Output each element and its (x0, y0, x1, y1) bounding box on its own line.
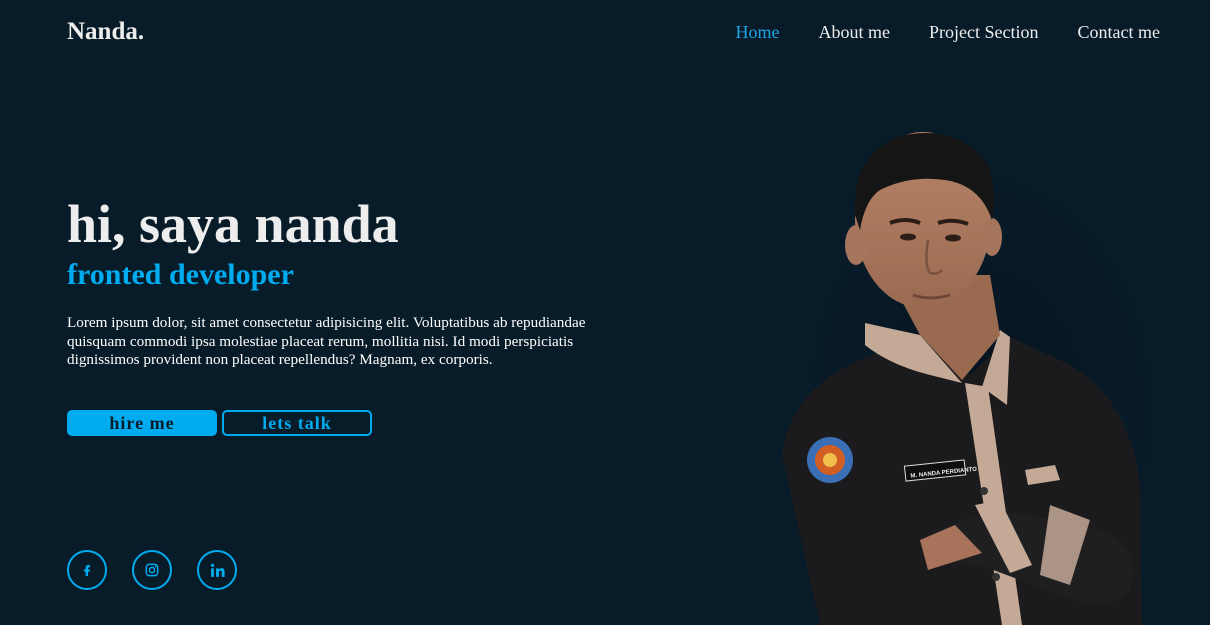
hero-section: hi, saya nanda fronted developer Lorem i… (67, 194, 627, 369)
hero-subtitle: fronted developer (67, 258, 294, 292)
facebook-link[interactable] (67, 550, 107, 590)
nav-link-projects[interactable]: Project Section (929, 22, 1038, 43)
logo[interactable]: Nanda. (67, 18, 144, 46)
site-header: Nanda. Home About me Project Section Con… (0, 0, 1210, 64)
hero-title: hi, saya nanda (67, 194, 399, 254)
linkedin-link[interactable] (197, 550, 237, 590)
hero-button-group: hire me lets talk (67, 410, 372, 436)
social-links (67, 550, 237, 590)
nav-link-about[interactable]: About me (819, 22, 891, 43)
profile-photo: M. NANDA PERDIANTO (770, 125, 1170, 625)
instagram-link[interactable] (132, 550, 172, 590)
main-nav: Home About me Project Section Contact me (697, 22, 1160, 43)
facebook-icon (84, 565, 90, 576)
nav-link-contact[interactable]: Contact me (1078, 22, 1160, 43)
linkedin-icon (210, 563, 225, 577)
nav-link-home[interactable]: Home (736, 22, 780, 43)
hero-description: Lorem ipsum dolor, sit amet consectetur … (67, 314, 586, 368)
hire-me-button[interactable]: hire me (67, 410, 217, 436)
lets-talk-button[interactable]: lets talk (222, 410, 372, 436)
instagram-icon (145, 563, 159, 577)
